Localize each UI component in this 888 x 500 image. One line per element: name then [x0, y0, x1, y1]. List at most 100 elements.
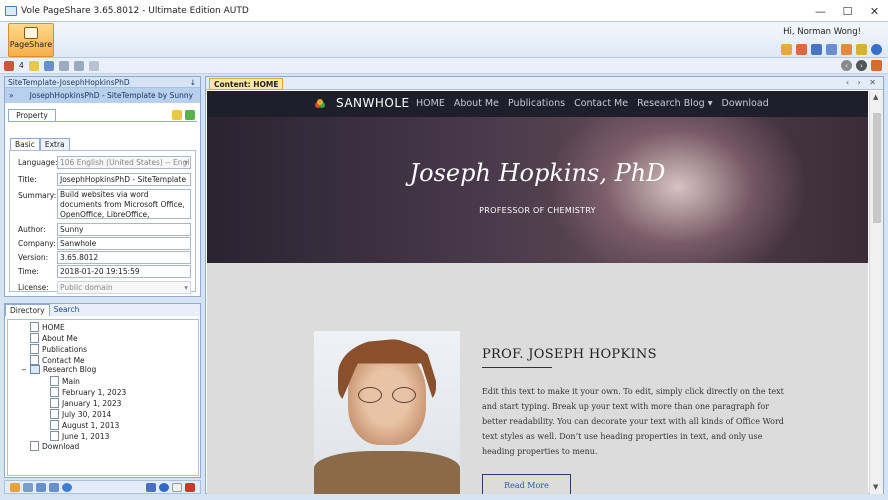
- title-bar: Vole PageShare 3.65.8012 - Ultimate Edit…: [0, 0, 888, 22]
- text-icon[interactable]: [185, 482, 195, 492]
- time-field[interactable]: 2018-01-20 19:15:59: [57, 265, 191, 278]
- microscope-image: [548, 117, 808, 263]
- menu-item-contact-me[interactable]: Contact Me: [574, 98, 628, 109]
- word-icon[interactable]: [146, 482, 156, 492]
- tree-item-home[interactable]: HOME: [30, 322, 65, 332]
- pin-icon[interactable]: ↓: [190, 77, 196, 88]
- tree-item-jul-2014[interactable]: July 30, 2014: [50, 409, 111, 419]
- tree-item-contact-me[interactable]: Contact Me: [30, 355, 85, 365]
- menu-item-publications[interactable]: Publications: [508, 98, 565, 109]
- content-controls[interactable]: ‹ › ✕: [846, 78, 879, 87]
- nav-back-icon[interactable]: ‹: [841, 60, 852, 71]
- scroll-down-icon: ▼: [873, 483, 879, 491]
- app-icon: [5, 5, 17, 16]
- speaker-icon[interactable]: [185, 110, 195, 120]
- tree-item-feb-2023[interactable]: February 1, 2023: [50, 387, 126, 397]
- eye-icon[interactable]: [43, 60, 54, 71]
- page-icon: [30, 441, 39, 451]
- author-field[interactable]: Sunny: [57, 223, 191, 236]
- office-icon[interactable]: [871, 60, 882, 71]
- nav-forward-icon[interactable]: ›: [856, 60, 867, 71]
- hero-banner: Joseph Hopkins, PhD PROFESSOR OF CHEMIST…: [207, 117, 868, 263]
- globe-icon[interactable]: [62, 482, 72, 492]
- panel-header: SiteTemplate-JosephHopkinsPhD ↓: [5, 77, 200, 88]
- page-icon: [50, 420, 59, 430]
- company-field[interactable]: Sanwhole: [57, 237, 191, 250]
- settings-icon[interactable]: [23, 482, 33, 492]
- tab-search[interactable]: Search: [50, 304, 84, 316]
- minimize-button[interactable]: —: [807, 0, 834, 22]
- menu-item-about-me[interactable]: About Me: [454, 98, 499, 109]
- chart-icon[interactable]: [4, 60, 14, 71]
- vertical-scrollbar[interactable]: ▲ ▼: [869, 91, 883, 494]
- tree-item-aug-2013[interactable]: August 1, 2013: [50, 420, 119, 430]
- ribbon: PageShare Hi, Norman Wong!: [0, 22, 888, 58]
- pageshare-icon: [24, 27, 38, 39]
- forward-arrow-icon[interactable]: [73, 60, 84, 71]
- tab-directory[interactable]: Directory: [5, 304, 50, 316]
- tree-item-main[interactable]: Main: [50, 376, 80, 386]
- tree-item-research-blog[interactable]: − Research Blog: [21, 365, 96, 374]
- folder-icon[interactable]: [28, 60, 39, 71]
- menu-item-home[interactable]: HOME: [416, 98, 445, 109]
- edit-icon[interactable]: [172, 110, 182, 120]
- language-select[interactable]: 106 English (United States) -- Englis ▾: [57, 156, 191, 169]
- tree-item-download[interactable]: Download: [30, 441, 79, 451]
- message-icon[interactable]: [826, 44, 837, 55]
- menu-item-research-blog[interactable]: Research Blog ▾: [637, 98, 712, 109]
- tab-content-home[interactable]: Content: HOME: [209, 78, 284, 90]
- collapse-icon[interactable]: »: [9, 88, 14, 103]
- summary-field[interactable]: Build websites via word documents from M…: [57, 189, 191, 219]
- tab-basic[interactable]: Basic: [10, 138, 40, 150]
- title-field[interactable]: JosephHopkinsPhD - SiteTemplate: [57, 173, 191, 186]
- menu-item-download[interactable]: Download: [722, 98, 769, 109]
- site-navbar: SANWHOLE HOME About Me Publications Cont…: [207, 91, 868, 117]
- page-icon: [30, 344, 39, 354]
- version-label: Version:: [18, 253, 49, 262]
- scroll-thumb[interactable]: [873, 113, 881, 223]
- content-panel: Content: HOME ‹ › ✕ SANWHOLE HOME About …: [205, 76, 884, 494]
- tree-item-about-me[interactable]: About Me: [30, 333, 78, 343]
- tools-icon[interactable]: [796, 44, 807, 55]
- tree-item-jan-2023[interactable]: January 1, 2023: [50, 398, 121, 408]
- pageshare-button[interactable]: PageShare: [8, 23, 54, 57]
- wc-icon[interactable]: [36, 482, 46, 492]
- website-preview: SANWHOLE HOME About Me Publications Cont…: [207, 91, 868, 494]
- title-label: Title:: [18, 175, 37, 184]
- page-icon[interactable]: [172, 482, 182, 492]
- back-arrow-icon[interactable]: [58, 60, 69, 71]
- tree-item-publications[interactable]: Publications: [30, 344, 87, 354]
- wand-icon[interactable]: [841, 44, 852, 55]
- refresh-icon[interactable]: [159, 482, 169, 492]
- bottom-toolbar: [4, 480, 201, 494]
- read-more-button[interactable]: Read More: [482, 474, 571, 494]
- tab-property[interactable]: Property: [8, 109, 56, 121]
- company-label: Company:: [18, 239, 56, 248]
- article-body: Edit this text to make it your own. To e…: [482, 387, 784, 456]
- page-icon: [50, 398, 59, 408]
- property-panel: SiteTemplate-JosephHopkinsPhD ↓ » Joseph…: [4, 76, 201, 297]
- doc-icon[interactable]: [49, 482, 59, 492]
- site-title-bar: » JosephHopkinsPhD - SiteTemplate by Sun…: [5, 88, 200, 103]
- up-icon[interactable]: [10, 482, 20, 492]
- content-header: Content: HOME ‹ › ✕: [206, 77, 883, 90]
- heading-underline: [482, 367, 552, 368]
- maximize-button[interactable]: ☐: [834, 0, 861, 22]
- tab-extra[interactable]: Extra: [39, 138, 70, 150]
- page-icon: [50, 409, 59, 419]
- page-icon: [30, 333, 39, 343]
- close-button[interactable]: ✕: [861, 0, 888, 22]
- user-greeting: Hi, Norman Wong!: [783, 27, 861, 37]
- info-icon[interactable]: [871, 44, 882, 55]
- medal-icon[interactable]: [856, 44, 867, 55]
- tree-item-jun-2013[interactable]: June 1, 2013: [50, 431, 109, 441]
- license-select[interactable]: Public domain ▾: [57, 281, 191, 294]
- key-icon[interactable]: [781, 44, 792, 55]
- page-icon: [30, 322, 39, 332]
- shield-icon[interactable]: [811, 44, 822, 55]
- page-icon: [30, 355, 39, 365]
- ruler-icon[interactable]: [88, 60, 99, 71]
- hero-name: Joseph Hopkins, PhD: [409, 159, 666, 187]
- scroll-up-icon: ▲: [873, 93, 879, 101]
- version-field[interactable]: 3.65.8012: [57, 251, 191, 264]
